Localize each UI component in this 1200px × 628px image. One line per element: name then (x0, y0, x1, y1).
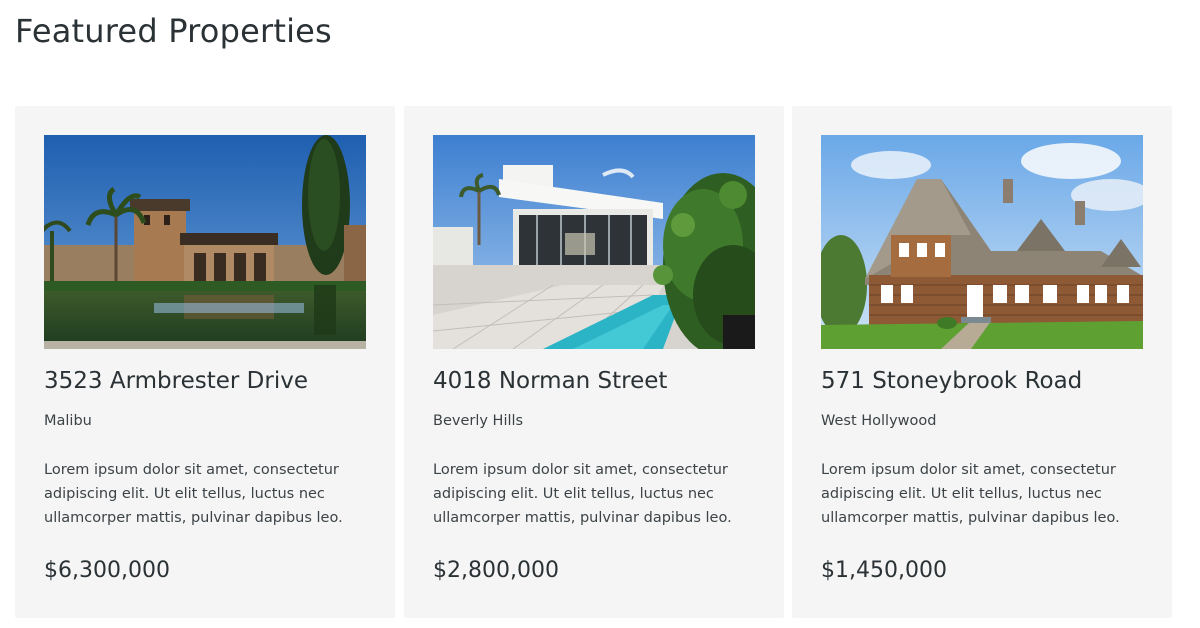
property-description: Lorem ipsum dolor sit amet, consectetur … (44, 462, 343, 526)
property-price: $6,300,000 (44, 558, 170, 583)
property-card[interactable]: 571 Stoneybrook Road West Hollywood Lore… (792, 106, 1172, 618)
property-address[interactable]: 4018 Norman Street (433, 368, 763, 394)
property-city: Beverly Hills (433, 413, 524, 429)
property-photo[interactable] (44, 135, 366, 349)
modern-house-image (433, 135, 755, 349)
property-description: Lorem ipsum dolor sit amet, consectetur … (821, 462, 1120, 526)
property-photo[interactable] (821, 135, 1143, 349)
property-card[interactable]: 3523 Armbrester Drive Malibu Lorem ipsum… (15, 106, 395, 618)
property-price: $1,450,000 (821, 558, 947, 583)
section-title: Featured Properties (15, 12, 332, 50)
property-address[interactable]: 3523 Armbrester Drive (44, 368, 374, 394)
property-city: Malibu (44, 413, 92, 429)
property-card[interactable]: 4018 Norman Street Beverly Hills Lorem i… (404, 106, 784, 618)
thatched-cottage-image (821, 135, 1143, 349)
palace-pool-image (44, 135, 366, 349)
property-address[interactable]: 571 Stoneybrook Road (821, 368, 1151, 394)
property-city: West Hollywood (821, 413, 937, 429)
property-cards: 3523 Armbrester Drive Malibu Lorem ipsum… (15, 106, 1172, 618)
property-description: Lorem ipsum dolor sit amet, consectetur … (433, 462, 732, 526)
property-photo[interactable] (433, 135, 755, 349)
property-price: $2,800,000 (433, 558, 559, 583)
